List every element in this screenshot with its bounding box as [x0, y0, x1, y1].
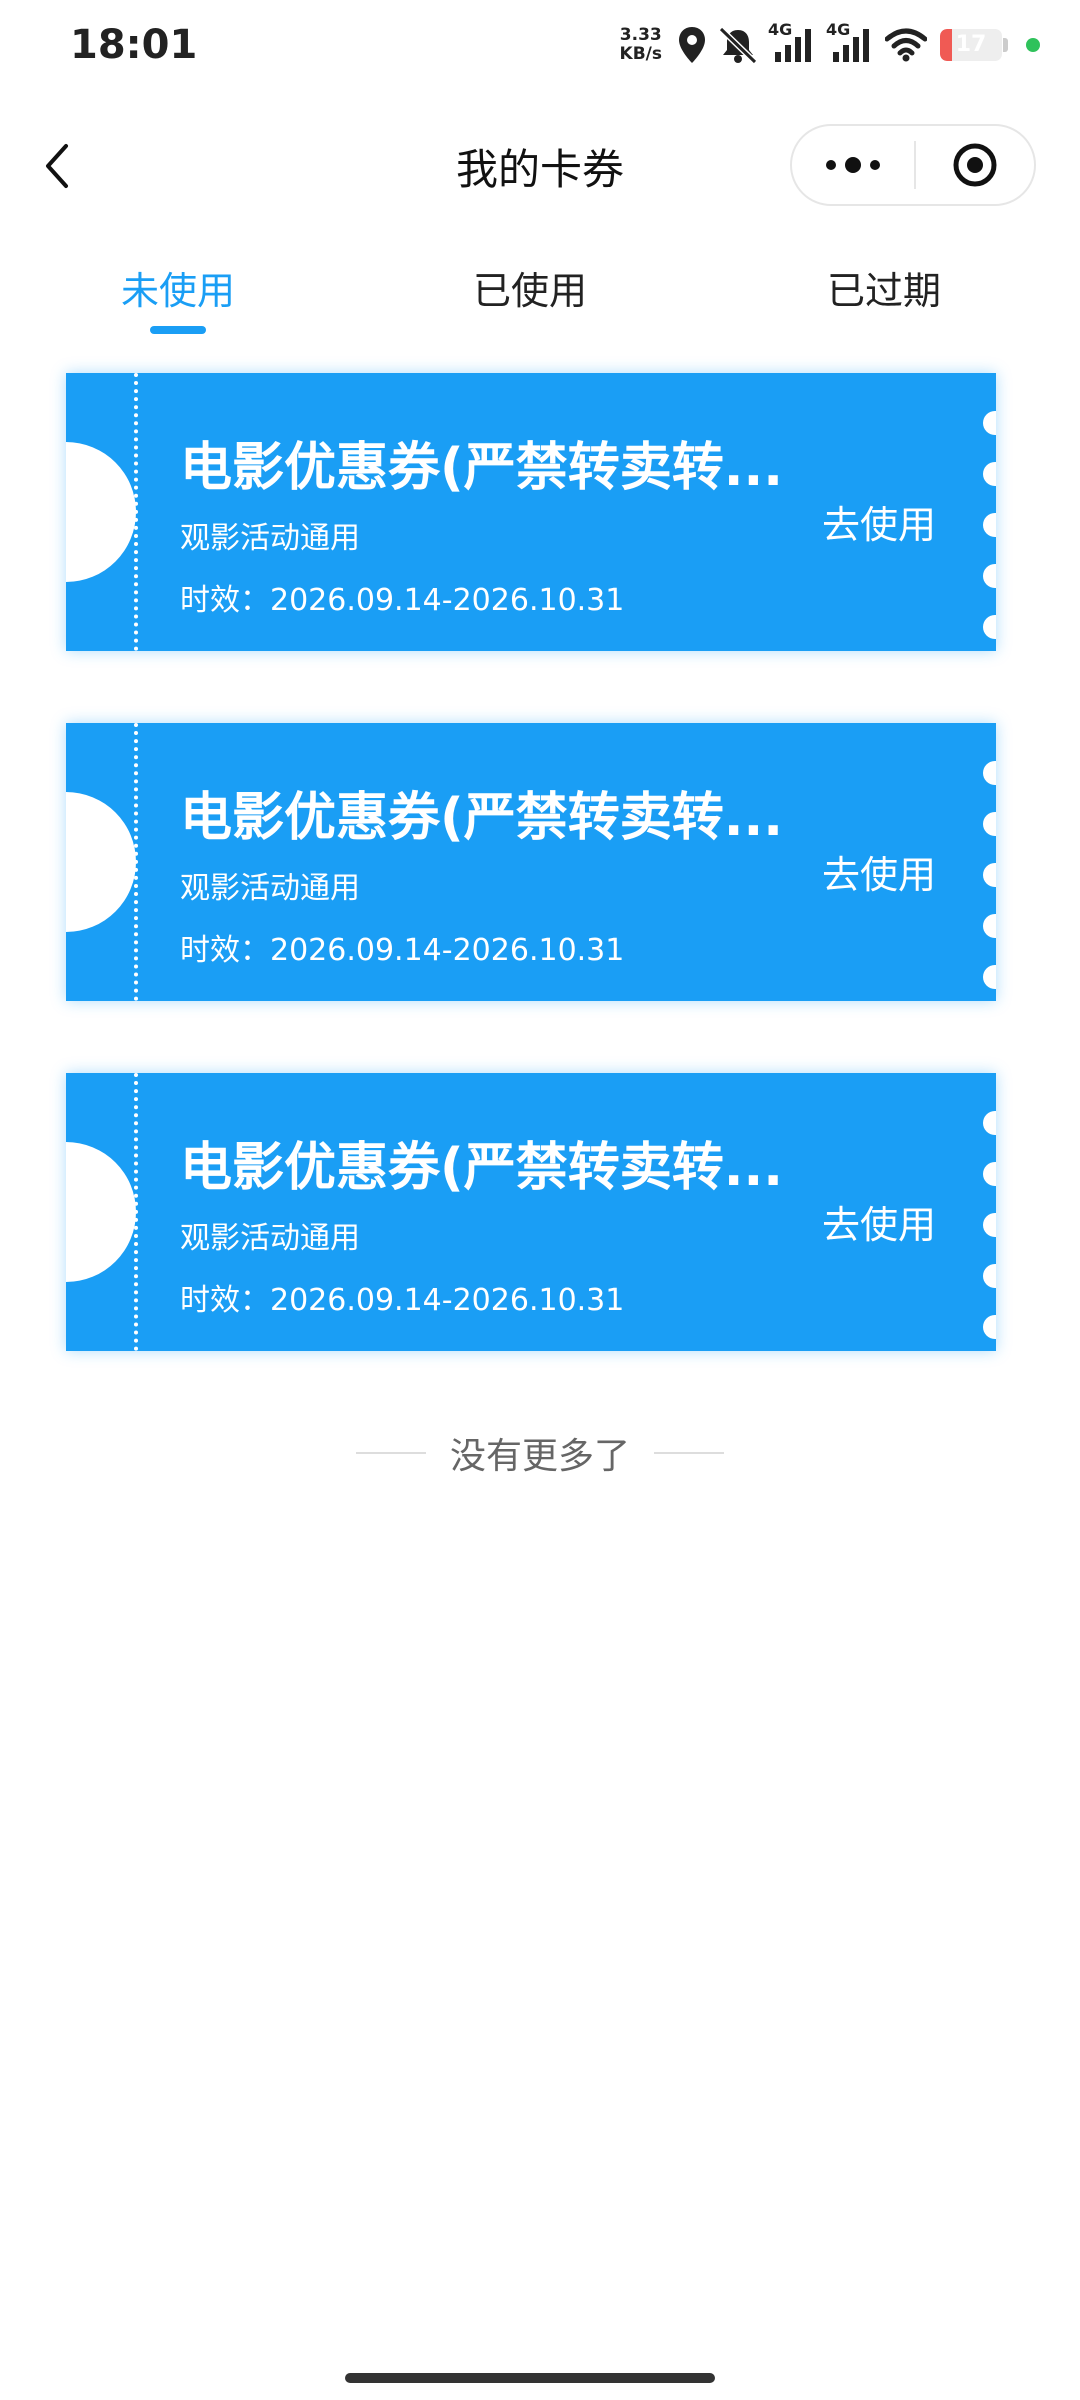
more-button[interactable] [792, 126, 914, 204]
ticket-perforation [134, 723, 138, 1001]
coupon-title: 电影优惠券(严禁转卖转... [180, 438, 784, 498]
wifi-icon [885, 28, 927, 62]
battery-level: 17 [955, 32, 987, 57]
miniprogram-capsule [790, 124, 1036, 206]
divider-line [654, 1452, 724, 1454]
ticket-notch [66, 442, 136, 582]
ticket-edge-dots [983, 761, 996, 1001]
coupon-card[interactable]: 电影优惠券(严禁转卖转... 观影活动通用 时效：2026.09.14-2026… [66, 723, 996, 1001]
coupon-card[interactable]: 电影优惠券(严禁转卖转... 观影活动通用 时效：2026.09.14-2026… [66, 373, 996, 651]
network-speed-value: 3.33 [619, 25, 662, 45]
network-speed-unit: KB/s [619, 44, 662, 64]
coupon-title: 电影优惠券(严禁转卖转... [180, 1138, 784, 1198]
network-speed: 3.33 KB/s [620, 26, 662, 64]
close-button[interactable] [916, 126, 1034, 204]
ticket-notch [66, 1142, 136, 1282]
coupon-title: 电影优惠券(严禁转卖转... [180, 788, 784, 848]
ticket-notch [66, 792, 136, 932]
no-more-footer: 没有更多了 [0, 1428, 1080, 1478]
coupon-validity: 时效：2026.09.14-2026.10.31 [180, 933, 625, 968]
battery-icon: 17 [940, 29, 1002, 61]
coupon-subtitle: 观影活动通用 [180, 1221, 360, 1256]
battery-cap [1003, 38, 1008, 52]
home-indicator[interactable] [345, 2373, 715, 2383]
coupon-tabs: 未使用 已使用 已过期 [0, 250, 1080, 340]
tab-unused[interactable]: 未使用 [121, 260, 235, 315]
ticket-edge-dots [983, 411, 996, 651]
divider-line [355, 1452, 426, 1454]
use-coupon-button[interactable]: 去使用 [822, 1194, 936, 1249]
no-more-text: 没有更多了 [449, 1436, 630, 1477]
tab-used[interactable]: 已使用 [473, 260, 587, 315]
signal-type-label: 4G [768, 20, 793, 39]
signal-type-label: 4G [826, 20, 851, 39]
ticket-edge-dots [983, 1111, 996, 1351]
location-icon [679, 27, 705, 63]
more-dots-icon [826, 157, 880, 173]
use-coupon-button[interactable]: 去使用 [822, 494, 936, 549]
status-time: 18:01 [70, 22, 198, 68]
cell-signal-2: 4G [826, 20, 876, 64]
coupon-validity: 时效：2026.09.14-2026.10.31 [180, 583, 625, 618]
mute-icon [718, 26, 758, 65]
coupon-validity: 时效：2026.09.14-2026.10.31 [180, 1283, 625, 1318]
coupon-subtitle: 观影活动通用 [180, 871, 360, 906]
status-bar: 18:01 3.33 KB/s 4G 4G 17 [0, 0, 1080, 92]
coupon-subtitle: 观影活动通用 [180, 521, 360, 556]
cell-signal-1: 4G [768, 20, 818, 64]
tab-expired[interactable]: 已过期 [827, 260, 941, 315]
coupon-list: 电影优惠券(严禁转卖转... 观影活动通用 时效：2026.09.14-2026… [66, 373, 996, 1423]
ticket-perforation [134, 1073, 138, 1351]
status-icons: 3.33 KB/s 4G 4G 17 [620, 20, 1040, 70]
use-coupon-button[interactable]: 去使用 [822, 844, 936, 899]
ticket-perforation [134, 373, 138, 651]
target-close-icon [953, 143, 997, 187]
privacy-indicator-dot [1026, 38, 1040, 52]
coupon-card[interactable]: 电影优惠券(严禁转卖转... 观影活动通用 时效：2026.09.14-2026… [66, 1073, 996, 1351]
active-tab-indicator [150, 326, 206, 334]
